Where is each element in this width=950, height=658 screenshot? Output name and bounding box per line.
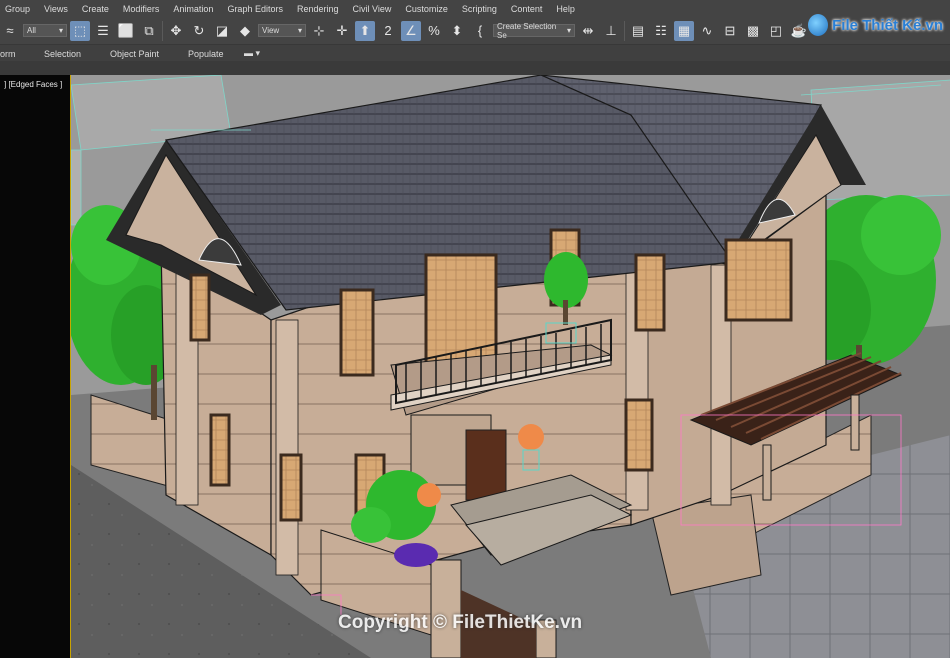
menu-views[interactable]: Views xyxy=(44,4,77,14)
scale-icon[interactable]: ◪ xyxy=(212,21,232,41)
rectangular-selection-icon[interactable]: ⬜ xyxy=(116,21,136,41)
curve-editor-icon[interactable]: ∿ xyxy=(697,21,717,41)
keyboard-shortcut-icon[interactable]: ⬆ xyxy=(355,20,375,41)
toolbar-divider xyxy=(162,20,163,41)
align-icon[interactable]: ⊥ xyxy=(601,21,621,41)
select-manipulate-icon[interactable]: ✛ xyxy=(332,21,352,41)
copyright-watermark: Copyright © FileThietKe.vn xyxy=(338,612,583,633)
move-icon[interactable]: ✥ xyxy=(166,21,186,41)
scene-explorer-icon[interactable]: ▤ xyxy=(628,21,648,41)
menu-help[interactable]: Help xyxy=(556,4,584,14)
menu-animation[interactable]: Animation xyxy=(173,4,222,14)
ribbon-tab-object-paint[interactable]: Object Paint xyxy=(110,49,159,59)
select-by-name-icon[interactable]: ☰ xyxy=(93,21,113,41)
ribbon-tab-selection[interactable]: Selection xyxy=(44,49,81,59)
ribbon-options-icon[interactable]: ▬ ▾ xyxy=(244,48,260,59)
select-object-icon[interactable]: ⬚ xyxy=(70,20,90,41)
menu-modifiers[interactable]: Modifiers xyxy=(123,4,169,14)
named-selection-icon[interactable]: { xyxy=(470,21,490,41)
menu-rendering[interactable]: Rendering xyxy=(297,4,348,14)
schematic-view-icon[interactable]: ⊟ xyxy=(720,21,740,41)
menu-group[interactable]: Group xyxy=(5,4,39,14)
ribbon-panel xyxy=(0,61,950,76)
render-icon[interactable]: ☕ xyxy=(789,21,809,41)
named-selection-sets-dropdown[interactable]: Create Selection Se ▾ xyxy=(493,22,575,40)
ribbon-tabs: orm Selection Object Paint Populate ▬ ▾ xyxy=(0,44,950,62)
window-crossing-icon[interactable]: ⧉ xyxy=(139,21,159,41)
selection-filter-dropdown[interactable]: All ▾ xyxy=(23,24,67,37)
menu-create[interactable]: Create xyxy=(82,4,118,14)
menu-scripting[interactable]: Scripting xyxy=(462,4,506,14)
perspective-viewport[interactable] xyxy=(70,75,950,658)
site-logo: File Thiết Kế.vn xyxy=(808,10,943,40)
toggle-ribbon-icon[interactable]: ▦ xyxy=(674,20,694,41)
chevron-down-icon: ▾ xyxy=(58,26,63,35)
mirror-icon[interactable]: ⇹ xyxy=(578,21,598,41)
render-setup-icon[interactable]: ◰ xyxy=(766,21,786,41)
viewport-side-panel xyxy=(0,75,70,658)
link-icon[interactable]: ≈ xyxy=(0,21,20,41)
logo-globe-icon xyxy=(808,14,829,36)
snaps-toggle-icon[interactable]: 2 xyxy=(378,21,398,41)
reference-coordinate-dropdown[interactable]: View ▾ xyxy=(258,24,306,37)
chevron-down-icon: ▾ xyxy=(297,26,302,35)
spinner-snap-icon[interactable]: ⬍ xyxy=(447,21,467,41)
ribbon-tab-modeling[interactable]: orm xyxy=(0,49,16,59)
place-icon[interactable]: ◆ xyxy=(235,21,255,41)
menu-customize[interactable]: Customize xyxy=(405,4,457,14)
menu-graph-editors[interactable]: Graph Editors xyxy=(227,4,292,14)
percent-snap-icon[interactable]: % xyxy=(424,21,444,41)
viewport-label[interactable]: ] [Edged Faces ] xyxy=(4,80,62,89)
chevron-down-icon: ▾ xyxy=(566,26,571,35)
toolbar-divider xyxy=(624,20,625,41)
logo-text: File Thiết Kế.vn xyxy=(832,16,943,34)
material-editor-icon[interactable]: ▩ xyxy=(743,21,763,41)
rotate-icon[interactable]: ↻ xyxy=(189,21,209,41)
ribbon-tab-populate[interactable]: Populate xyxy=(188,49,224,59)
angle-snap-icon[interactable]: ∠ xyxy=(401,20,421,41)
menu-civil-view[interactable]: Civil View xyxy=(353,4,401,14)
layer-explorer-icon[interactable]: ☷ xyxy=(651,21,671,41)
menu-content[interactable]: Content xyxy=(511,4,552,14)
pivot-point-icon[interactable]: ⊹ xyxy=(309,21,329,41)
scene-render xyxy=(71,75,950,658)
